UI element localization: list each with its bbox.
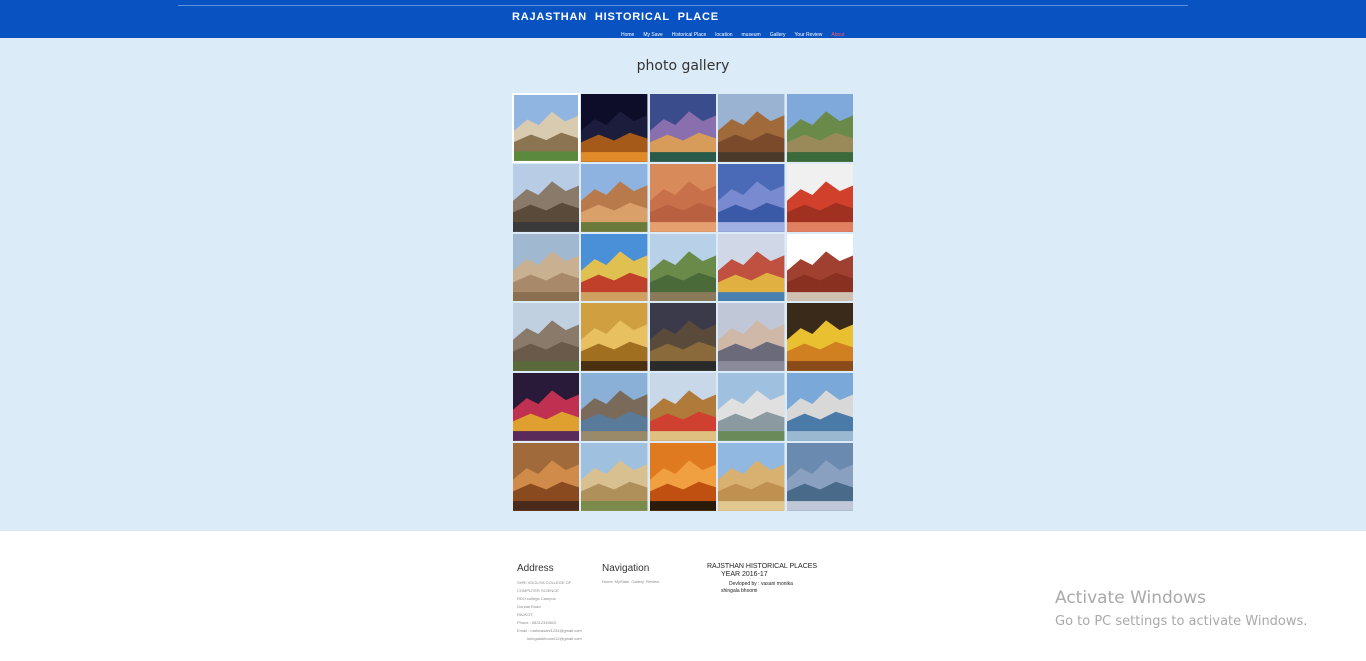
photo-image bbox=[718, 233, 785, 302]
footer-nav-home[interactable]: Home bbox=[602, 579, 613, 584]
developer-name: shingala bhoomi bbox=[721, 588, 758, 594]
photo-image bbox=[718, 373, 785, 441]
footer-nav-gallery[interactable]: Gallery bbox=[631, 579, 644, 584]
footer-nav-mystate[interactable]: MyState bbox=[615, 579, 630, 584]
photo-image bbox=[514, 95, 579, 161]
photo-image bbox=[786, 303, 853, 372]
photo-image bbox=[513, 373, 580, 441]
gallery-photo-desert-sunset-camels[interactable] bbox=[648, 441, 718, 512]
gallery-photo-fort-over-city[interactable] bbox=[580, 372, 649, 442]
photo-image bbox=[513, 442, 580, 511]
gallery-photo-mount-abu-aerial[interactable] bbox=[785, 441, 854, 512]
photo-image bbox=[649, 163, 717, 232]
gallery-photo-blue-city[interactable] bbox=[717, 162, 786, 233]
gallery-photo-city-at-night[interactable] bbox=[580, 93, 649, 163]
address-line: COMPUTER SCIENCE bbox=[517, 588, 559, 593]
address-block: SHRI VDOLIYA COLLEGE OF COMPUTER SCIENCE R… bbox=[517, 579, 587, 643]
gallery-photo-night-festival[interactable] bbox=[512, 372, 581, 442]
photo-image bbox=[581, 233, 648, 302]
gallery-photo-museum-building[interactable] bbox=[580, 162, 649, 233]
gallery-photo-palace-lit-dusk[interactable] bbox=[648, 93, 718, 163]
activate-windows-watermark: Activate Windows Go to PC settings to ac… bbox=[1055, 588, 1307, 629]
footer-nav-review[interactable]: Review bbox=[646, 579, 659, 584]
gallery-photo-city-palace-lake[interactable] bbox=[785, 372, 854, 442]
photo-image bbox=[649, 94, 717, 162]
photo-image bbox=[513, 233, 580, 302]
photo-image bbox=[718, 94, 785, 162]
site-title: RAJASTHAN HISTORICAL PLACE bbox=[512, 11, 719, 23]
photo-image bbox=[581, 373, 648, 441]
address-line: RAJKOT, bbox=[517, 612, 534, 617]
gallery-photo-fort-lake-aerial[interactable] bbox=[785, 93, 854, 163]
photo-image bbox=[649, 303, 717, 372]
photo-image bbox=[786, 442, 853, 511]
photo-image bbox=[718, 442, 785, 511]
photo-image bbox=[718, 163, 785, 232]
navigation-heading: Navigation bbox=[602, 563, 650, 574]
photo-image bbox=[513, 163, 580, 232]
gallery-photo-palace-white-dome[interactable] bbox=[512, 93, 581, 163]
address-line: shingalabhoomi12@gmail.com bbox=[527, 636, 582, 641]
gallery-photo-museum-red-facade[interactable] bbox=[785, 232, 854, 303]
address-heading: Address bbox=[517, 563, 554, 574]
gallery-photo-festival-crowd[interactable] bbox=[717, 232, 786, 303]
gallery-photo-havelis-golden[interactable] bbox=[717, 441, 786, 512]
photo-grid bbox=[512, 93, 854, 512]
photo-image bbox=[581, 303, 648, 372]
gallery-photo-city-aerial[interactable] bbox=[512, 232, 581, 303]
address-line: SHRI VDOLIYA COLLEGE OF bbox=[517, 580, 572, 585]
address-line: RDO college Campus bbox=[517, 596, 556, 601]
photo-image bbox=[513, 303, 580, 372]
gallery-photo-lake-ghats[interactable] bbox=[717, 302, 786, 373]
gallery-photo-camel-fair[interactable] bbox=[648, 372, 718, 442]
page-title: photo gallery bbox=[636, 58, 730, 74]
gallery-photo-temple-carved[interactable] bbox=[785, 162, 854, 233]
site-header: RAJASTHAN HISTORICAL PLACE Home My Save Hi… bbox=[0, 0, 1366, 38]
gallery-photo-lake-palace-white[interactable] bbox=[717, 372, 786, 442]
photo-image bbox=[786, 233, 853, 302]
activate-subtitle: Go to PC settings to activate Windows. bbox=[1055, 614, 1308, 629]
gallery-photo-fort-sunset-glow[interactable] bbox=[512, 441, 581, 512]
photo-image bbox=[649, 442, 717, 511]
photo-image bbox=[649, 373, 717, 441]
gallery-photo-hawa-mahal[interactable] bbox=[648, 162, 718, 233]
gallery-section: photo gallery bbox=[0, 38, 1366, 531]
photo-image bbox=[581, 94, 648, 162]
gallery-photo-palace-ornate-grey[interactable] bbox=[512, 162, 581, 233]
developed-by: Devloped by : vasani monika bbox=[729, 581, 793, 587]
gallery-photo-fort-on-hill[interactable] bbox=[717, 93, 786, 163]
gallery-photo-dusk-skyline[interactable] bbox=[648, 302, 718, 373]
gallery-photo-decorated-camel[interactable] bbox=[580, 232, 649, 303]
gallery-photo-palace-jaisalmer[interactable] bbox=[580, 441, 649, 512]
gallery-photo-fort-hilltop[interactable] bbox=[512, 302, 581, 373]
photo-image bbox=[786, 94, 853, 162]
info-title: RAJSTHAN HISTORICAL PLACES bbox=[707, 563, 818, 570]
info-year: YEAR 2016-17 bbox=[721, 571, 768, 578]
photo-image bbox=[581, 163, 648, 232]
gallery-photo-fort-cliffs[interactable] bbox=[648, 232, 718, 303]
address-line: Email : mahivasani1234@gmail.com bbox=[517, 628, 582, 633]
address-line: Phone : 08312345620 bbox=[517, 620, 557, 625]
activate-title: Activate Windows bbox=[1055, 588, 1206, 608]
photo-image bbox=[786, 373, 853, 441]
header-divider bbox=[178, 5, 1188, 6]
photo-image bbox=[786, 163, 853, 232]
gallery-photo-dancer-yellow[interactable] bbox=[785, 302, 854, 373]
footer-nav: Home MyState Gallery Review bbox=[602, 579, 661, 584]
info-block: RAJSTHAN HISTORICAL PLACES YEAR 2016-17 … bbox=[707, 563, 817, 595]
address-line: Gondal Road bbox=[517, 604, 541, 609]
photo-image bbox=[649, 233, 717, 302]
photo-image bbox=[581, 442, 648, 511]
gallery-photo-golden-palace-night[interactable] bbox=[580, 302, 649, 373]
photo-image bbox=[718, 303, 785, 372]
